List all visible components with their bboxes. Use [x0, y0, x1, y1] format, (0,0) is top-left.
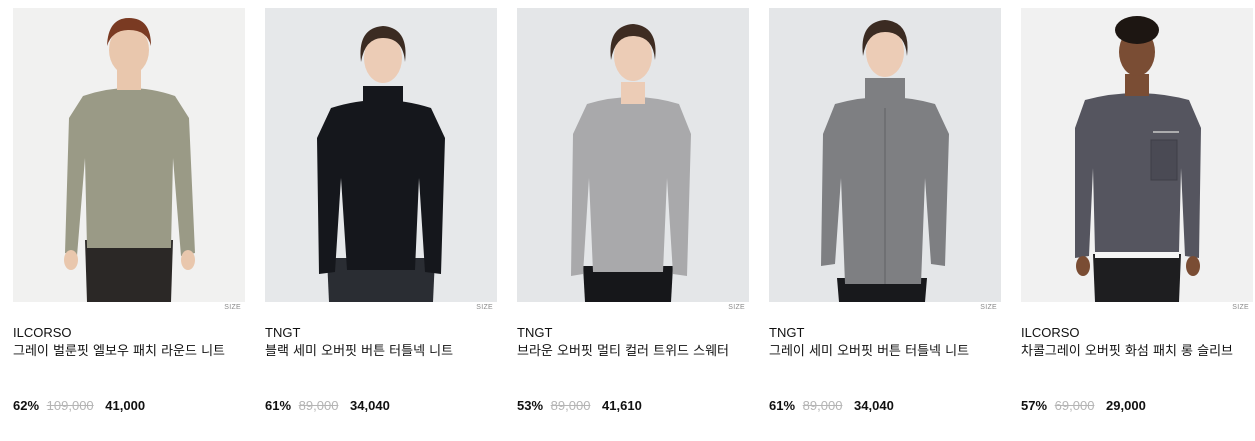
product-info: TNGT 브라운 오버핏 멀티 컬러 트위드 스웨터 53% 89,000 41…	[517, 324, 749, 413]
original-price: 89,000	[298, 398, 339, 413]
product-brand[interactable]: ILCORSO	[1021, 324, 1253, 342]
sale-price: 41,000	[105, 398, 146, 413]
price-row: 62% 109,000 41,000	[13, 397, 145, 414]
discount-rate: 61%	[769, 398, 796, 413]
product-info: ILCORSO 그레이 벌룬핏 엘보우 패치 라운드 니트 62% 109,00…	[13, 324, 245, 413]
product-image[interactable]	[517, 8, 749, 302]
product-name[interactable]: 블랙 세미 오버핏 버튼 터틀넥 니트	[265, 342, 497, 361]
original-price: 89,000	[802, 398, 843, 413]
product-name[interactable]: 차콜그레이 오버핏 화섬 패치 롱 슬리브	[1021, 342, 1253, 361]
sale-price: 29,000	[1106, 398, 1146, 413]
discount-rate: 62%	[13, 398, 40, 413]
product-info: TNGT 블랙 세미 오버핏 버튼 터틀넥 니트 61% 89,000 34,0…	[265, 324, 497, 413]
price-row: 61% 89,000 34,040	[265, 397, 390, 414]
size-link[interactable]: SIZE	[476, 304, 493, 311]
product-image[interactable]	[13, 8, 245, 302]
product-info: TNGT 그레이 세미 오버핏 버튼 터틀넥 니트 61% 89,000 34,…	[769, 324, 1001, 413]
original-price: 109,000	[46, 398, 94, 413]
product-image[interactable]	[769, 8, 1001, 302]
sale-price: 34,040	[350, 398, 390, 413]
original-price: 89,000	[550, 398, 591, 413]
product-image[interactable]	[265, 8, 497, 302]
price-row: 57% 69,000 29,000	[1021, 397, 1146, 414]
product-card[interactable]: SIZE TNGT 블랙 세미 오버핏 버튼 터틀넥 니트 61% 89,000…	[265, 8, 497, 413]
price-row: 53% 89,000 41,610	[517, 397, 642, 414]
product-photo	[517, 8, 749, 302]
product-photo	[769, 8, 1001, 302]
product-info: ILCORSO 차콜그레이 오버핏 화섬 패치 롱 슬리브 57% 69,000…	[1021, 324, 1253, 413]
product-grid: SIZE ILCORSO 그레이 벌룬핏 엘보우 패치 라운드 니트 62% 1…	[0, 0, 1255, 441]
sale-price: 41,610	[602, 398, 642, 413]
discount-rate: 57%	[1021, 398, 1048, 413]
product-photo	[1021, 8, 1253, 302]
price-row: 61% 89,000 34,040	[769, 397, 894, 414]
size-link[interactable]: SIZE	[1232, 304, 1249, 311]
product-name[interactable]: 그레이 벌룬핏 엘보우 패치 라운드 니트	[13, 342, 245, 361]
product-card[interactable]: SIZE ILCORSO 그레이 벌룬핏 엘보우 패치 라운드 니트 62% 1…	[13, 8, 245, 413]
sale-price: 34,040	[854, 398, 894, 413]
product-name[interactable]: 브라운 오버핏 멀티 컬러 트위드 스웨터	[517, 342, 749, 361]
discount-rate: 53%	[517, 398, 544, 413]
product-brand[interactable]: TNGT	[769, 324, 1001, 342]
product-photo	[265, 8, 497, 302]
size-link[interactable]: SIZE	[224, 304, 241, 311]
product-card[interactable]: SIZE TNGT 브라운 오버핏 멀티 컬러 트위드 스웨터 53% 89,0…	[517, 8, 749, 413]
discount-rate: 61%	[265, 398, 292, 413]
product-brand[interactable]: ILCORSO	[13, 324, 245, 342]
size-link[interactable]: SIZE	[980, 304, 997, 311]
product-image[interactable]	[1021, 8, 1253, 302]
original-price: 69,000	[1054, 398, 1095, 413]
product-card[interactable]: SIZE TNGT 그레이 세미 오버핏 버튼 터틀넥 니트 61% 89,00…	[769, 8, 1001, 413]
product-brand[interactable]: TNGT	[265, 324, 497, 342]
product-photo	[13, 8, 245, 302]
product-card[interactable]: SIZE ILCORSO 차콜그레이 오버핏 화섬 패치 롱 슬리브 57% 6…	[1021, 8, 1253, 413]
size-link[interactable]: SIZE	[728, 304, 745, 311]
product-name[interactable]: 그레이 세미 오버핏 버튼 터틀넥 니트	[769, 342, 1001, 361]
product-brand[interactable]: TNGT	[517, 324, 749, 342]
